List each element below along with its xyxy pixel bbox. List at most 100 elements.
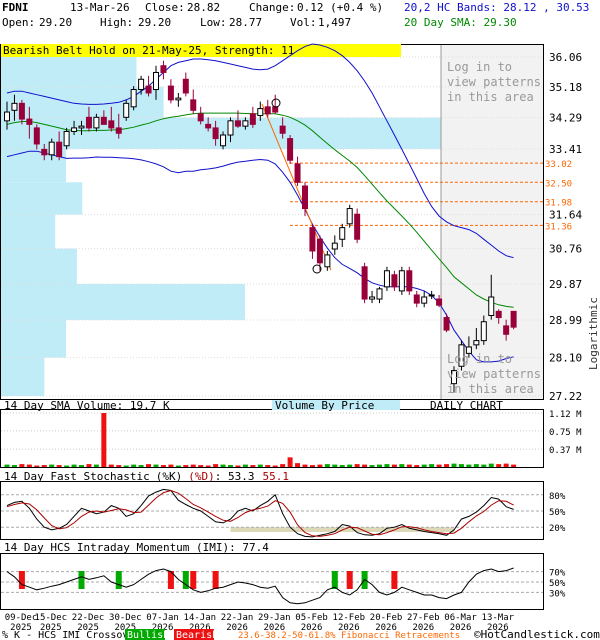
volume-bar-51	[384, 464, 390, 467]
footer-legend: % K - HCS IMI Crossover:	[2, 630, 147, 640]
volume-bar-50	[377, 464, 382, 467]
candle-body-23	[175, 97, 182, 101]
vbp-bar-1	[1, 86, 164, 118]
fib-label-0: 33.02	[545, 160, 572, 170]
candle-body-17	[130, 89, 137, 108]
candle-body-20	[153, 71, 159, 91]
candle-body-3	[26, 118, 33, 125]
candle-body-6	[48, 141, 55, 156]
low-value: 28.77	[229, 16, 262, 29]
candle-body-19	[145, 85, 152, 94]
imi-axis-labels: 70%50%30%	[549, 569, 566, 600]
imi-crossover-10	[391, 571, 398, 589]
volume-bar-26	[198, 465, 204, 467]
price-tick-9: 27.22	[549, 390, 582, 403]
candle-body-0	[4, 111, 10, 122]
volume-title: 14 Day SMA Volume: 19.7 K	[4, 399, 170, 412]
volume-tick-2: 0.37 M	[549, 446, 582, 456]
price-tick-1: 35.18	[549, 81, 582, 94]
imi-crossover-8	[346, 571, 353, 589]
volume-bar-49	[369, 465, 375, 467]
login-line-3b: in this area	[447, 382, 534, 396]
candle-body-47	[354, 213, 361, 240]
candle-body-43	[324, 254, 331, 268]
bearish-badge: Bearish	[176, 630, 218, 640]
vbp-bar-5	[1, 214, 56, 249]
stoch-axis-labels: 80% 50% 20%	[549, 492, 566, 534]
candle-body-37	[279, 125, 286, 134]
volume-bar-32	[242, 464, 248, 467]
candle-body-46	[346, 208, 353, 225]
date-label-8: 05-Feb	[295, 613, 328, 623]
volume-bar-31	[235, 465, 241, 467]
candle-body-10	[78, 125, 85, 129]
volume-bar-39	[295, 463, 301, 467]
volume-bar-47	[354, 464, 360, 467]
candle-body-54	[406, 270, 413, 292]
volume-bar-10	[79, 465, 84, 467]
candle-body-33	[249, 113, 256, 125]
price-tick-4: 31.64	[549, 209, 582, 222]
volume-bar-23	[175, 465, 181, 467]
candle-body-5	[41, 148, 48, 156]
price-tick-6: 29.87	[549, 278, 582, 291]
candle-body-65	[488, 296, 495, 316]
volume-bar-56	[421, 464, 427, 467]
volume-bar-46	[347, 464, 353, 467]
vbp-bar-8	[1, 320, 67, 358]
candle-body-7	[56, 141, 63, 158]
candle-body-32	[242, 120, 249, 127]
date-label-13: 13-Mar	[482, 613, 515, 623]
candle-body-38	[287, 138, 294, 161]
candle-body-31	[234, 120, 241, 127]
candle-body-56	[421, 296, 428, 304]
volume-tick-1: 0.75 M	[549, 428, 582, 438]
volume-bar-66	[496, 464, 502, 467]
candle-body-48	[361, 266, 368, 300]
volume-bar-20	[153, 464, 159, 467]
login-line-2b: view patterns	[447, 367, 541, 381]
candle-body-18	[138, 78, 145, 91]
high-value: 29.20	[138, 16, 171, 29]
stoch-k-value: 53.3	[228, 470, 255, 483]
candle-body-14	[108, 120, 115, 129]
fib-label-3: 31.36	[545, 222, 572, 232]
volume-bar-53	[399, 464, 405, 467]
stock-chart: FDNI 13-Mar-26 Close: 28.82 Change: 0.12…	[0, 1, 600, 640]
stoch-colon: :	[215, 470, 228, 483]
volume-bar-6	[49, 464, 55, 467]
volume-bar-67	[503, 463, 509, 467]
candle-body-52	[391, 274, 398, 288]
stoch-title-text: 14 Day Fast Stochastic	[4, 470, 150, 483]
date-label-4: 07-Jan	[146, 613, 179, 623]
date-label-11: 27-Feb	[407, 613, 440, 623]
candle-body-8	[63, 130, 70, 147]
volume-bar-18	[138, 465, 144, 467]
volume-bar-41	[309, 465, 315, 467]
bullish-badge: Bullish	[127, 630, 169, 640]
candle-body-28	[212, 127, 219, 140]
price-tick-2: 34.29	[549, 112, 582, 125]
volume-tick-0: 1.12 M	[549, 410, 582, 420]
volume-bar-43	[324, 464, 330, 467]
chart-header: FDNI 13-Mar-26 Close: 28.82 Change: 0.12…	[2, 1, 589, 29]
stoch-tick-2: 20%	[549, 524, 566, 534]
candle-body-21	[160, 65, 167, 73]
candle-body-40	[302, 185, 308, 210]
volume-bar-22	[168, 464, 174, 467]
candle-body-16	[123, 102, 130, 118]
vol-label: Vol:	[290, 16, 317, 29]
volume-bar-4	[34, 465, 40, 467]
candle-body-34	[257, 108, 264, 117]
volume-bar-44	[332, 464, 338, 467]
volume-bar-68	[511, 464, 517, 467]
volume-bar-38	[287, 457, 293, 467]
vbp-bar-0	[1, 57, 137, 87]
login-line-1: Log in to	[447, 60, 512, 74]
candle-body-4	[33, 127, 40, 145]
low-label: Low:	[200, 16, 227, 29]
candle-body-11	[85, 116, 92, 129]
imi-tick-1: 50%	[549, 579, 566, 589]
symbol: FDNI	[2, 1, 29, 14]
imi-panel: 14 Day HCS Intraday Momentum (IMI): 77.4…	[0, 541, 566, 610]
